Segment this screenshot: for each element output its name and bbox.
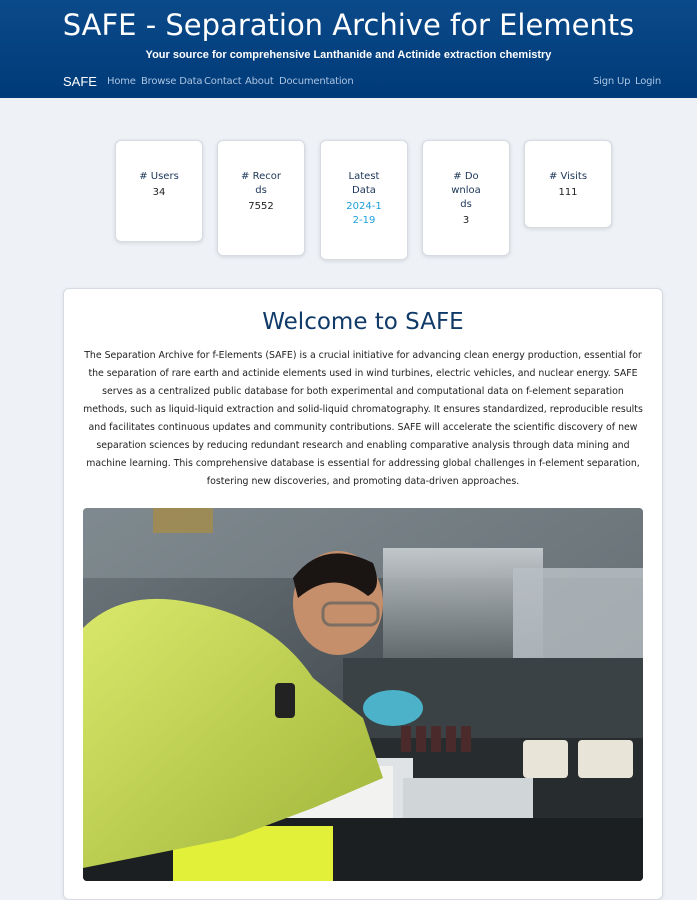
stat-card-downloads: # Downloads 3 (422, 140, 510, 256)
stat-card-records: # Records 7552 (217, 140, 305, 256)
site-header: SAFE - Separation Archive for Elements Y… (0, 0, 697, 98)
intro-paragraph: The Separation Archive for f-Elements (S… (83, 350, 643, 487)
lab-photo (83, 508, 643, 881)
stat-label: # Visits (548, 171, 588, 182)
site-subtitle: Your source for comprehensive Lanthanide… (145, 49, 552, 61)
stat-label: # Records (241, 171, 281, 196)
stat-card-users: # Users 34 (115, 140, 203, 242)
navbar: SAFE Home Browse Data Contact About Docu… (0, 72, 697, 92)
nav-about[interactable]: About (245, 76, 274, 87)
stat-card-visits: # Visits 111 (524, 140, 612, 228)
stat-value-date[interactable]: 2024-12-19 (344, 200, 384, 228)
stat-label: # Users (139, 171, 179, 182)
stat-card-latest-data: Latest Data 2024-12-19 (320, 140, 408, 260)
stat-value: 34 (152, 187, 166, 198)
nav-home[interactable]: Home (107, 76, 136, 87)
nav-documentation[interactable]: Documentation (279, 76, 354, 87)
stat-label: # Downloads (451, 171, 481, 210)
nav-login[interactable]: Login (635, 76, 661, 87)
stat-value: 3 (462, 215, 470, 226)
welcome-heading: Welcome to SAFE (262, 309, 464, 335)
stat-label: Latest Data (348, 171, 380, 196)
stat-value: 111 (558, 187, 578, 198)
nav-sign-up[interactable]: Sign Up (593, 76, 630, 87)
welcome-card: Welcome to SAFE The Separation Archive f… (63, 288, 663, 900)
site-title: SAFE - Separation Archive for Elements (62, 8, 635, 42)
nav-browse-data[interactable]: Browse Data (141, 76, 202, 87)
nav-brand[interactable]: SAFE (63, 74, 97, 89)
nav-contact[interactable]: Contact (204, 76, 242, 87)
stat-value: 7552 (248, 201, 274, 212)
